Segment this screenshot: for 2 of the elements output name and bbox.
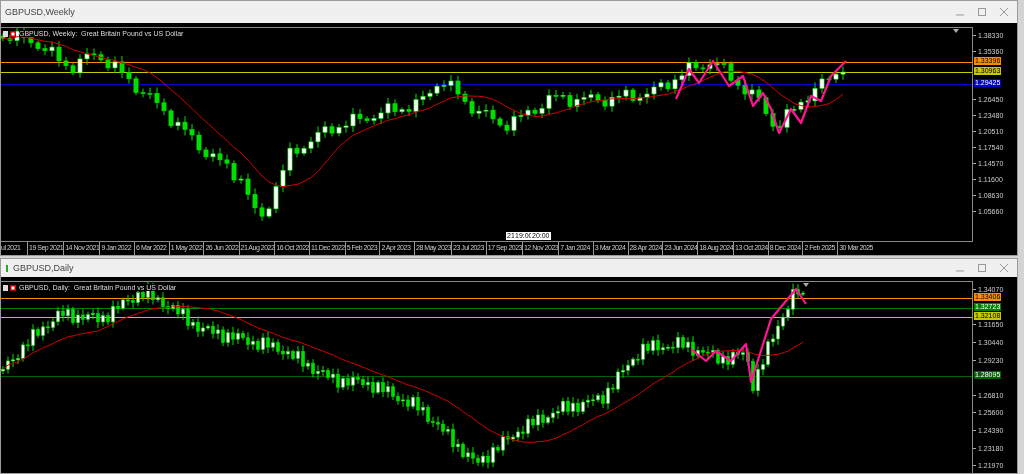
window-title: GBPUSD,Daily xyxy=(13,263,75,273)
window-title: GBPUSD,Weekly xyxy=(5,7,76,17)
